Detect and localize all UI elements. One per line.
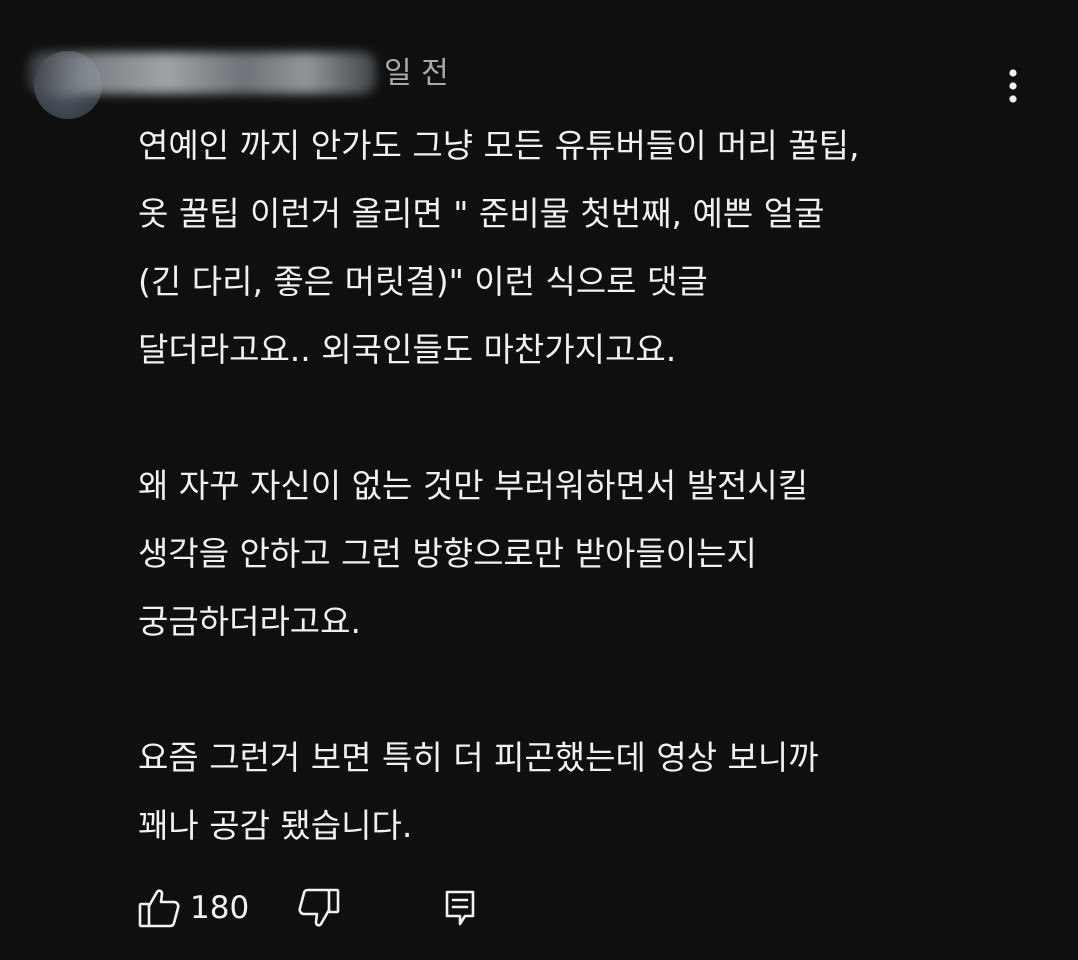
thumbs-down-icon — [298, 888, 340, 927]
author-name-redacted — [28, 52, 376, 94]
dislike-button[interactable] — [294, 884, 342, 932]
comment-text: 연예인 까지 안가도 그냥 모든 유튜버들이 머리 꿀팁, 옷 꿀팁 이런거 올… — [138, 126, 860, 845]
comment-thread: 일 전 연예인 까지 안가도 그냥 모든 유튜버들이 머리 꿀팁, 옷 꿀팁 이… — [0, 0, 1078, 960]
more-vertical-icon — [1009, 69, 1017, 103]
like-count: 180 — [190, 890, 250, 926]
more-actions-button[interactable] — [996, 66, 1030, 106]
reply-comment-icon — [445, 890, 475, 926]
thumbs-up-icon — [138, 889, 180, 928]
reply-button[interactable] — [438, 886, 482, 930]
like-button[interactable] — [136, 884, 184, 932]
comment-timestamp[interactable]: 일 전 — [384, 54, 449, 94]
